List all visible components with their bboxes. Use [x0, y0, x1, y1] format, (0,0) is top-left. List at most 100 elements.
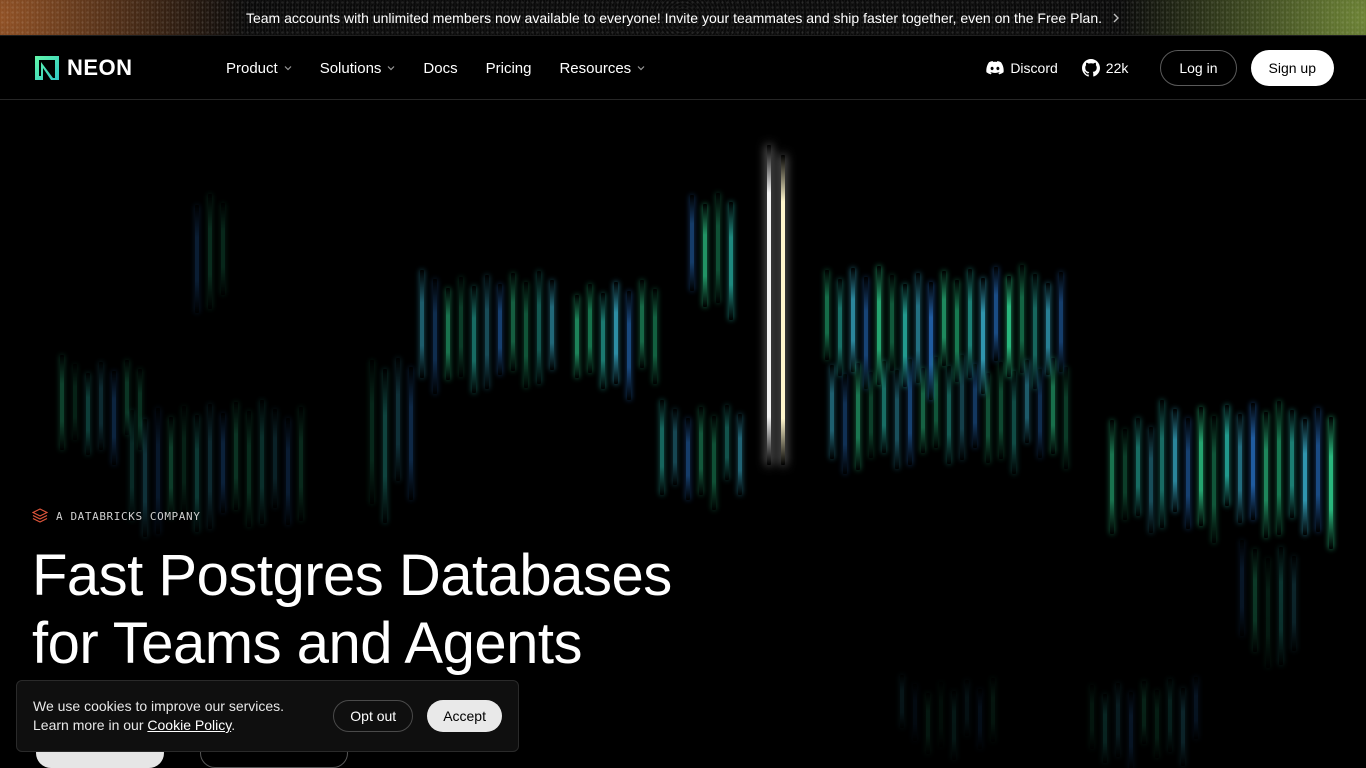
background-bar	[690, 195, 694, 291]
headline-line-2: for Teams and Agents	[32, 611, 582, 676]
background-bar	[991, 678, 995, 743]
background-bar	[575, 295, 579, 378]
background-bar	[550, 280, 554, 370]
databricks-icon	[32, 508, 48, 523]
background-bar	[843, 374, 847, 475]
background-bar	[729, 202, 733, 320]
top-navigation: NEON Product Solutions Docs Pricing Reso…	[0, 36, 1366, 100]
background-bar	[913, 684, 917, 741]
background-bar	[601, 293, 605, 389]
background-bar	[208, 194, 212, 310]
cookie-line-2-prefix: Learn more in our	[33, 717, 144, 733]
signup-button[interactable]: Sign up	[1250, 50, 1334, 86]
login-button[interactable]: Log in	[1160, 50, 1237, 86]
background-bar	[370, 360, 374, 504]
background-bar	[1007, 276, 1011, 377]
background-bar	[952, 691, 956, 761]
background-bar	[1290, 410, 1294, 518]
background-bar	[396, 358, 400, 482]
page: Team accounts with unlimited members now…	[0, 0, 1366, 768]
background-bar	[934, 357, 938, 449]
hero-headline: Fast Postgres Databases for Teams and Ag…	[32, 542, 752, 678]
background-bar	[703, 204, 707, 308]
background-bar	[511, 273, 515, 372]
headline-line-1: Fast Postgres Databases	[32, 543, 672, 608]
background-bar	[221, 413, 225, 514]
background-bar	[1064, 367, 1068, 470]
background-bar	[112, 371, 116, 465]
background-bar	[851, 268, 855, 373]
discord-icon	[986, 61, 1004, 75]
background-bar	[1251, 403, 1255, 521]
background-bar	[208, 404, 212, 529]
eyebrow-text: A DATABRICKS COMPANY	[56, 509, 201, 523]
background-bar	[942, 271, 946, 366]
background-bar	[978, 689, 982, 750]
background-bar	[1266, 558, 1270, 669]
background-bar	[60, 355, 64, 450]
background-bar	[864, 277, 868, 389]
neon-logo-icon	[35, 56, 59, 80]
neon-logo[interactable]: NEON	[33, 54, 133, 82]
background-bar	[130, 410, 134, 521]
nav-link-solutions[interactable]: Solutions	[320, 60, 396, 77]
nav-link-label: Pricing	[485, 59, 532, 77]
background-bar	[895, 370, 899, 469]
databricks-eyebrow[interactable]: A DATABRICKS COMPANY	[32, 508, 200, 524]
opt-out-button[interactable]: Opt out	[333, 700, 414, 732]
chevron-right-icon[interactable]	[1112, 10, 1120, 26]
background-bar	[1264, 412, 1268, 538]
background-bar	[420, 270, 424, 378]
background-bar	[890, 275, 894, 371]
background-bar	[1051, 358, 1055, 454]
background-bar	[1142, 681, 1146, 745]
background-bar	[1253, 549, 1257, 653]
nav-links: Product Solutions Docs Pricing Resources	[226, 36, 673, 100]
background-bar	[73, 364, 77, 440]
cookie-line-1: We use cookies to improve our services.	[33, 698, 285, 714]
background-bar	[712, 416, 716, 510]
background-bar	[830, 365, 834, 459]
background-bar	[286, 418, 290, 525]
background-bar	[947, 366, 951, 464]
background-bar	[939, 682, 943, 748]
nav-link-product[interactable]: Product	[226, 60, 292, 77]
nav-link-label: Solutions	[319, 59, 382, 77]
nav-link-pricing[interactable]: Pricing	[486, 60, 532, 77]
background-bar	[125, 360, 129, 435]
background-bar	[459, 277, 463, 377]
background-bar	[1194, 677, 1198, 740]
background-bar	[973, 364, 977, 448]
background-bar	[1038, 369, 1042, 459]
background-bar	[169, 417, 173, 519]
background-bar	[299, 407, 303, 522]
background-bar	[1240, 540, 1244, 636]
background-bar	[981, 278, 985, 395]
discord-label: Discord	[1010, 60, 1058, 76]
background-bar	[1181, 688, 1185, 766]
background-bar	[234, 402, 238, 510]
background-highlight-bar	[767, 145, 771, 465]
discord-link[interactable]: Discord	[986, 60, 1058, 76]
background-bar	[1110, 420, 1114, 534]
announcement-banner[interactable]: Team accounts with unlimited members now…	[0, 0, 1366, 36]
announcement-text[interactable]: Team accounts with unlimited members now…	[246, 10, 1102, 26]
background-bar	[1046, 283, 1050, 376]
logo-wordmark: NEON	[67, 55, 133, 80]
cookie-policy-link[interactable]: Cookie Policy	[147, 717, 231, 733]
background-bar	[955, 280, 959, 382]
background-bar	[856, 363, 860, 470]
background-bar	[1279, 547, 1283, 665]
nav-link-docs[interactable]: Docs	[423, 60, 457, 77]
accept-cookies-button[interactable]: Accept	[427, 700, 502, 732]
background-bar	[825, 270, 829, 360]
background-bar	[929, 282, 933, 400]
nav-link-resources[interactable]: Resources	[559, 60, 645, 77]
background-bar	[1238, 414, 1242, 524]
background-bar	[1303, 419, 1307, 536]
cookie-message: We use cookies to improve our services. …	[33, 697, 333, 735]
background-bar	[614, 282, 618, 385]
github-link[interactable]: 22k	[1081, 59, 1128, 77]
background-bar	[640, 280, 644, 368]
background-bar	[588, 284, 592, 374]
